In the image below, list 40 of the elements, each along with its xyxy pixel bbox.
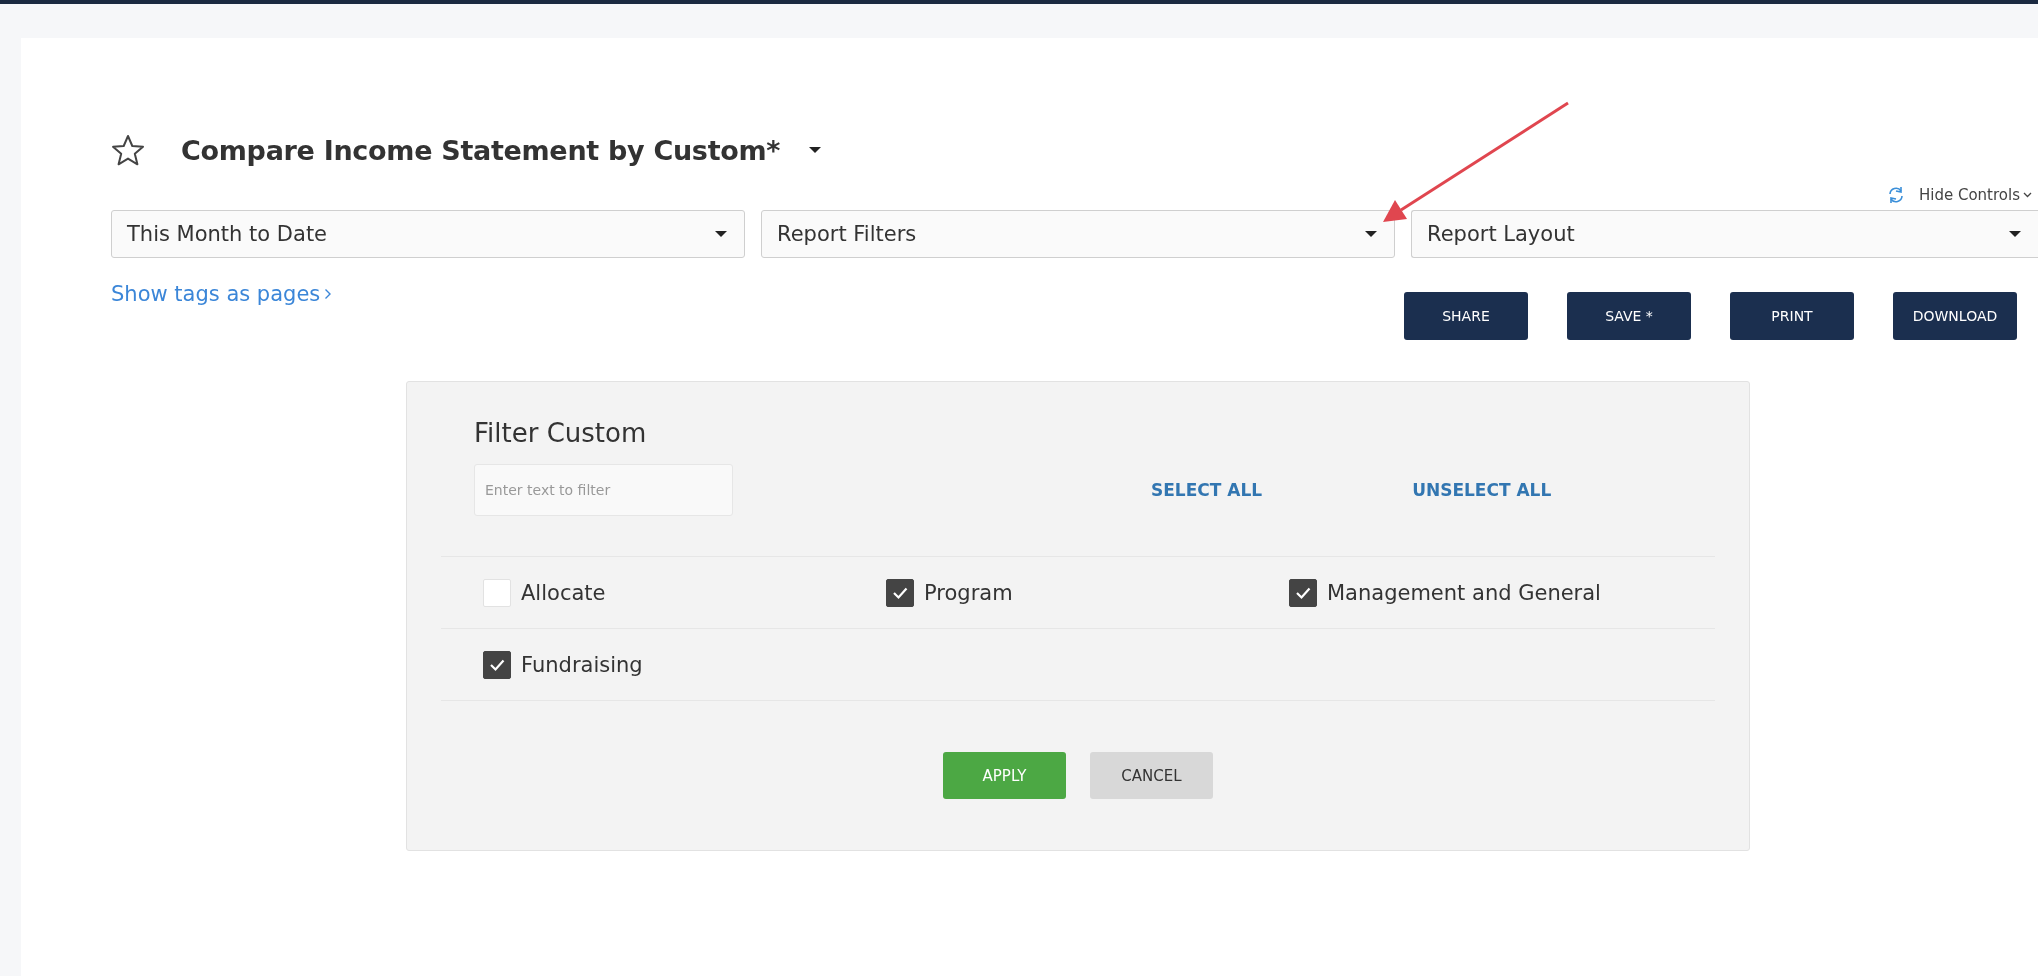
option-label: Management and General bbox=[1327, 580, 1601, 605]
option-label: Program bbox=[924, 580, 1013, 605]
chevron-right-icon bbox=[324, 288, 333, 300]
select-all-link[interactable]: SELECT ALL bbox=[1151, 480, 1263, 500]
dropdown[interactable]: This Month to Date bbox=[111, 210, 745, 258]
hide-controls-button[interactable]: Hide Controls bbox=[1919, 186, 2032, 204]
checkmark-icon bbox=[1295, 585, 1311, 600]
show-tags-link[interactable]: Show tags as pages bbox=[111, 282, 333, 306]
caret-icon[interactable] bbox=[808, 146, 823, 154]
checkmark-icon bbox=[892, 585, 908, 600]
caret-icon bbox=[714, 230, 728, 238]
action-button[interactable]: SHARE bbox=[1404, 292, 1528, 340]
chevron-down-icon bbox=[2023, 192, 2032, 198]
option-label: Allocate bbox=[521, 580, 606, 605]
option-label: Fundraising bbox=[521, 652, 643, 677]
refresh-icon[interactable] bbox=[1887, 186, 1905, 204]
checkbox[interactable] bbox=[483, 650, 511, 679]
dropdown-value: Report Layout bbox=[1427, 222, 1575, 246]
action-button[interactable]: SAVE * bbox=[1567, 292, 1691, 340]
filter-input[interactable]: Enter text to filter bbox=[474, 464, 733, 516]
unselect-all-link[interactable]: UNSELECT ALL bbox=[1412, 480, 1552, 500]
checkbox-option[interactable]: Management and General bbox=[1289, 578, 1715, 607]
dropdown-value: Report Filters bbox=[777, 222, 917, 246]
dropdown[interactable]: Report Layout bbox=[1411, 210, 2038, 258]
action-button[interactable]: DOWNLOAD bbox=[1893, 292, 2017, 340]
dropdown[interactable]: Report Filters bbox=[761, 210, 1395, 258]
checkmark-icon bbox=[489, 657, 505, 672]
report-title: Compare Income Statement by Custom* bbox=[181, 134, 781, 166]
caret-icon bbox=[1364, 230, 1378, 238]
checkbox-option[interactable]: Program bbox=[886, 578, 1289, 607]
action-button[interactable]: PRINT bbox=[1730, 292, 1854, 340]
panel-title: Filter Custom bbox=[474, 418, 648, 448]
caret-icon bbox=[2008, 230, 2022, 238]
dropdown-value: This Month to Date bbox=[127, 222, 328, 246]
checkbox[interactable] bbox=[886, 578, 914, 607]
checkbox[interactable] bbox=[1289, 578, 1317, 607]
checkbox-option[interactable]: Fundraising bbox=[483, 650, 886, 679]
cancel-button[interactable]: CANCEL bbox=[1090, 752, 1213, 799]
checkbox-option[interactable]: Allocate bbox=[483, 578, 886, 607]
star-icon[interactable] bbox=[111, 134, 145, 166]
